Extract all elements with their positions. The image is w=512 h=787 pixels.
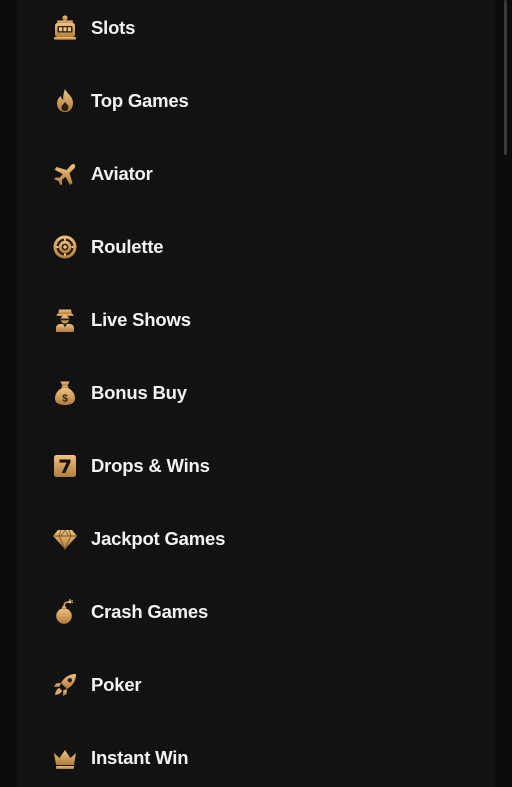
menu-item-label: Aviator [91, 163, 153, 184]
diamond-icon [50, 524, 80, 554]
menu-item-label: Poker [91, 674, 142, 695]
page: Slots Top Games Aviator Roulette Live Sh… [0, 0, 512, 787]
menu-item-instant-win[interactable]: Instant Win [18, 734, 494, 782]
svg-text:$: $ [62, 394, 68, 405]
rocket-icon [50, 670, 80, 700]
menu-item-aviator[interactable]: Aviator [18, 150, 494, 198]
airplane-icon [50, 159, 80, 189]
lucky-seven-icon [50, 451, 80, 481]
menu-item-label: Jackpot Games [91, 528, 226, 549]
menu-item-poker[interactable]: Poker [18, 661, 494, 709]
menu-item-label: Live Shows [91, 309, 191, 330]
menu-item-label: Top Games [91, 90, 189, 111]
flame-icon [50, 86, 80, 116]
roulette-wheel-icon [50, 232, 80, 262]
menu-item-label: Bonus Buy [91, 382, 187, 403]
menu-item-live-shows[interactable]: Live Shows [18, 296, 494, 344]
menu-item-label: Slots [91, 17, 136, 38]
slot-machine-icon [50, 13, 80, 43]
menu-item-label: Crash Games [91, 601, 209, 622]
scrollbar-thumb[interactable] [504, 0, 507, 155]
crown-icon [50, 743, 80, 773]
bomb-icon [50, 597, 80, 627]
menu-item-crash-games[interactable]: Crash Games [18, 588, 494, 636]
menu-item-slots[interactable]: Slots [18, 4, 494, 52]
menu-item-bonus-buy[interactable]: $ Bonus Buy [18, 369, 494, 417]
category-menu-panel: Slots Top Games Aviator Roulette Live Sh… [18, 0, 494, 787]
money-bag-icon: $ [50, 378, 80, 408]
menu-item-label: Instant Win [91, 747, 189, 768]
menu-item-jackpot-games[interactable]: Jackpot Games [18, 515, 494, 563]
menu-item-label: Roulette [91, 236, 164, 257]
menu-item-roulette[interactable]: Roulette [18, 223, 494, 271]
vertical-scrollbar[interactable] [497, 0, 512, 787]
menu-item-top-games[interactable]: Top Games [18, 77, 494, 125]
live-host-icon [50, 305, 80, 335]
menu-item-label: Drops & Wins [91, 455, 210, 476]
menu-item-drops-wins[interactable]: Drops & Wins [18, 442, 494, 490]
